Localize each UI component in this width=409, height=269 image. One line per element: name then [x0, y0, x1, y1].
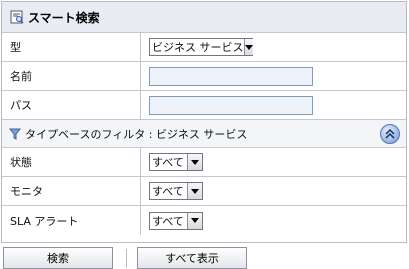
status-row: 状態 すべて: [2, 148, 406, 177]
type-select-value: ビジネス サービス: [152, 41, 244, 54]
monitor-select-value: すべて: [152, 185, 184, 198]
collapse-up-icon[interactable]: [380, 124, 400, 144]
status-label: 状態: [2, 148, 141, 176]
name-label: 名前: [2, 62, 141, 90]
sla-alert-select-value: すべて: [152, 214, 184, 228]
sla-alert-row: SLA アラート すべて: [2, 206, 406, 235]
monitor-select[interactable]: すべて: [149, 182, 203, 200]
name-row: 名前: [2, 62, 406, 91]
search-panel-icon: [10, 10, 24, 24]
filter-icon: [8, 128, 22, 140]
path-input[interactable]: [149, 95, 313, 115]
chevron-down-icon[interactable]: [187, 212, 202, 229]
chevron-down-icon[interactable]: [187, 183, 202, 199]
panel-header: スマート検索: [2, 2, 406, 33]
panel-title: スマート検索: [28, 10, 100, 25]
status-select[interactable]: すべて: [149, 153, 203, 171]
type-row: 型 ビジネス サービス: [2, 33, 406, 62]
sla-alert-label: SLA アラート: [2, 206, 141, 235]
type-filter-row: タイプベースのフィルタ : ビジネス サービス: [2, 120, 406, 148]
chevron-down-icon[interactable]: [243, 39, 253, 55]
button-divider: [126, 249, 127, 268]
path-row: パス: [2, 91, 406, 120]
search-button[interactable]: 検索: [3, 247, 113, 269]
path-label: パス: [2, 91, 141, 119]
type-label: 型: [2, 33, 141, 61]
smart-search-panel: スマート検索 型 ビジネス サービス 名前 パス タイプベースのフィルタ : ビ…: [1, 1, 407, 243]
sla-alert-select[interactable]: すべて: [149, 211, 203, 230]
chevron-down-icon[interactable]: [187, 154, 202, 170]
monitor-row: モニタ すべて: [2, 177, 406, 206]
status-select-value: すべて: [152, 156, 184, 169]
type-filter-text: タイプベースのフィルタ : ビジネス サービス: [25, 127, 248, 141]
name-input[interactable]: [149, 66, 313, 86]
action-bar: 検索 すべて表示: [0, 247, 409, 269]
show-all-button[interactable]: すべて表示: [137, 247, 247, 269]
type-select[interactable]: ビジネス サービス: [149, 38, 253, 56]
monitor-label: モニタ: [2, 177, 141, 205]
